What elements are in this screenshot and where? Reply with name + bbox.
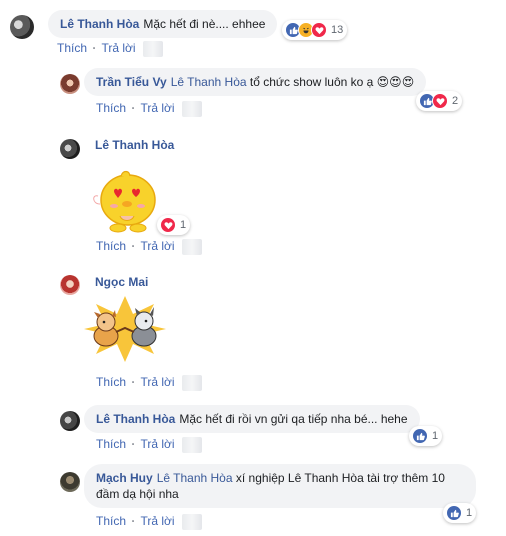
reply-actions: Thích · Trả lời: [96, 375, 202, 391]
like-link[interactable]: Thích: [96, 239, 126, 253]
reply-text: tổ chức show luôn ko ạ: [249, 75, 374, 89]
timestamp-blurred: [142, 41, 163, 57]
like-link[interactable]: Thích: [96, 375, 126, 389]
reaction-summary[interactable]: 13: [282, 20, 348, 40]
avatar[interactable]: [60, 275, 80, 295]
avatar[interactable]: [60, 139, 80, 159]
dogs-high-five-sticker: [84, 296, 166, 362]
reply-text: Mặc hết đi rồi vn gửi qa tiếp nha bé... …: [179, 412, 408, 426]
avatar[interactable]: [60, 411, 80, 431]
timestamp-blurred: [181, 239, 202, 255]
reaction-count: 1: [466, 507, 473, 519]
like-icon: [446, 505, 462, 521]
reaction-count: 2: [452, 95, 459, 107]
reply-author[interactable]: Trần Tiểu Vy: [96, 75, 167, 89]
reply-author[interactable]: Mạch Huy: [96, 471, 153, 485]
reply-link[interactable]: Trả lời: [140, 437, 174, 451]
reply-link[interactable]: Trả lời: [140, 514, 174, 528]
reply-bubble: Lê Thanh Hòa Mặc hết đi rồi vn gửi qa tiế…: [84, 405, 420, 433]
reaction-count: 13: [331, 24, 344, 36]
comment-bubble: Lê Thanh Hòa Mặc hết đi nè.... ehhee: [48, 10, 278, 38]
timestamp-blurred: [181, 101, 202, 117]
reply-link[interactable]: Trả lời: [101, 41, 135, 55]
reaction-summary[interactable]: 1: [443, 503, 477, 523]
reply-author[interactable]: Lê Thanh Hòa: [95, 138, 174, 152]
timestamp-blurred: [181, 514, 202, 530]
reply-author[interactable]: Lê Thanh Hòa: [96, 412, 175, 426]
love-icon: [432, 93, 448, 109]
mention-link[interactable]: Lê Thanh Hòa: [157, 471, 233, 485]
reply-link[interactable]: Trả lời: [140, 239, 174, 253]
reply-actions: Thích · Trả lời: [96, 437, 202, 453]
reaction-summary[interactable]: 1: [409, 426, 443, 446]
reaction-summary[interactable]: 1: [157, 215, 191, 235]
love-icon: [311, 22, 327, 38]
like-link[interactable]: Thích: [57, 41, 87, 55]
timestamp-blurred: [181, 437, 202, 453]
love-icon: [160, 217, 176, 233]
reply-actions: Thích · Trả lời: [96, 101, 202, 117]
reaction-count: 1: [432, 430, 439, 442]
comment-author[interactable]: Lê Thanh Hòa: [60, 17, 139, 31]
comment-actions: Thích · Trả lời: [57, 41, 163, 57]
avatar[interactable]: [60, 472, 80, 492]
reply-author[interactable]: Ngọc Mai: [95, 275, 148, 289]
heart-eyes-chick-sticker: [92, 166, 162, 236]
reaction-count: 1: [180, 219, 187, 231]
reply-bubble: Mạch Huy Lê Thanh Hòa xí nghiệp Lê Thanh …: [84, 464, 476, 508]
reply-link[interactable]: Trả lời: [140, 375, 174, 389]
like-link[interactable]: Thích: [96, 101, 126, 115]
reply-actions: Thích · Trả lời: [96, 239, 202, 255]
comment-text: Mặc hết đi nè.... ehhee: [143, 17, 266, 31]
like-link[interactable]: Thích: [96, 514, 126, 528]
timestamp-blurred: [181, 375, 202, 391]
like-icon: [412, 428, 428, 444]
avatar[interactable]: [10, 15, 34, 39]
emoji-text: 😍😍😍: [376, 75, 415, 89]
reaction-summary[interactable]: 2: [416, 91, 463, 111]
reply-bubble: Trần Tiểu Vy Lê Thanh Hòa tổ chức show lu…: [84, 68, 427, 96]
reply-actions: Thích · Trả lời: [96, 514, 202, 530]
reply-link[interactable]: Trả lời: [140, 101, 174, 115]
avatar[interactable]: [60, 74, 80, 94]
mention-link[interactable]: Lê Thanh Hòa: [171, 75, 247, 89]
like-link[interactable]: Thích: [96, 437, 126, 451]
